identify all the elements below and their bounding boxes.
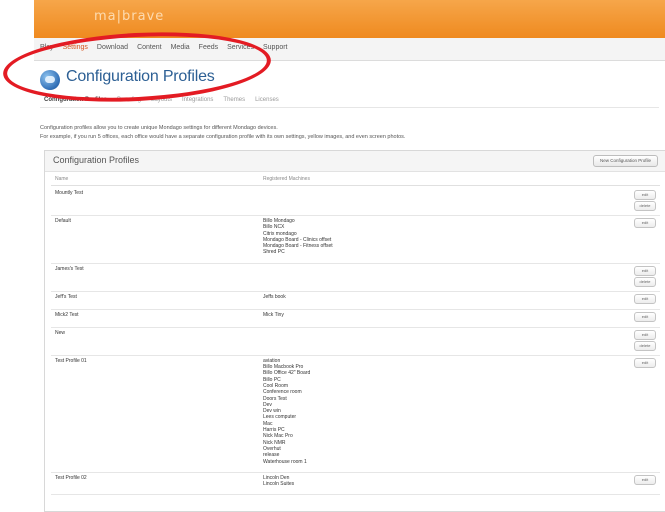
description-line-1: Configuration profiles allow you to crea… — [40, 125, 278, 131]
nav-item-media[interactable]: Media — [171, 44, 190, 51]
subtab-bar: Configuration Profiles Branding Layouts Int… — [44, 97, 279, 103]
subtab-divider — [40, 107, 659, 108]
page-title: Configuration Profiles — [66, 68, 215, 85]
edit-profile-button[interactable]: edit — [634, 265, 656, 276]
table-row: Test Profile 02 Lincoln Den Lincoln Suites… — [51, 472, 660, 496]
brand-logo[interactable]: ma|brave — [94, 9, 164, 24]
edit-profile-button[interactable]: edit — [634, 357, 656, 368]
subtab-layouts[interactable]: Layouts — [151, 97, 172, 103]
column-header-registered-machines: Registered Machines — [263, 176, 310, 182]
profile-name: Mountly Test — [55, 190, 83, 196]
machine-name: Billo Office 42" Board — [263, 370, 311, 377]
nav-item-play[interactable]: Play — [40, 44, 54, 51]
profile-name: Test Profile 01 — [55, 357, 87, 364]
page-header: Configuration Profiles Configuration Pro… — [34, 61, 665, 121]
main-nav: Play Settings Download Content Media Feeds Ser… — [34, 38, 665, 61]
configuration-globe-icon — [40, 70, 60, 90]
machine-name: Lincoln Suites — [263, 481, 295, 488]
header-divider — [51, 185, 660, 186]
top-header-bar: ma|brave — [34, 0, 665, 38]
description-line-2: For example, if you run 5 offices, each … — [40, 134, 406, 140]
table-row: Default Billo Mondago Billo NCX Citrix mond… — [51, 215, 660, 264]
delete-profile-button[interactable]: delete — [634, 340, 656, 351]
subtab-integrations[interactable]: Integrations — [182, 97, 213, 103]
edit-profile-button[interactable]: edit — [634, 218, 656, 228]
nav-item-settings[interactable]: Settings — [63, 44, 88, 51]
machine-name: Shred PC — [263, 249, 285, 256]
new-configuration-profile-button[interactable]: New Configuration Profile — [592, 155, 658, 167]
registered-machines-list: aviation Billo Macbook Pro Billo Office 42… — [263, 358, 310, 465]
edit-profile-button[interactable]: edit — [634, 293, 656, 304]
edit-profile-button[interactable]: edit — [634, 190, 656, 200]
nav-item-download[interactable]: Download — [97, 44, 128, 51]
nav-item-support[interactable]: Support — [263, 44, 288, 51]
table-row: Mick2 Test Mick Tiny edit — [51, 309, 660, 328]
machine-name: Mick Tiny — [263, 311, 284, 318]
profile-name: Mick2 Test — [55, 311, 79, 318]
profile-name: Jeff's Test — [55, 293, 77, 300]
profile-name: New — [55, 329, 66, 336]
table-row: Jeff's Test Jeffs book edit — [51, 291, 660, 310]
delete-profile-button[interactable]: delete — [634, 201, 656, 211]
subtab-licenses[interactable]: Licenses — [255, 97, 279, 103]
registered-machines-list: Mick Tiny — [263, 312, 284, 318]
table-row: Test Profile 01 aviation Billo Macbook Pro… — [51, 355, 660, 473]
delete-profile-button[interactable]: delete — [634, 276, 656, 287]
profiles-panel: Configuration Profiles New Configuration… — [44, 150, 665, 512]
profile-name: Test Profile 02 — [55, 474, 87, 481]
machine-name: Waterhouse room 1 — [263, 458, 307, 465]
nav-item-services[interactable]: Services — [227, 44, 254, 51]
machine-name: Jeffs book — [263, 293, 286, 300]
subtab-configuration-profiles[interactable]: Configuration Profiles — [44, 97, 107, 103]
registered-machines-list: Jeffs book — [263, 294, 286, 300]
subtab-branding[interactable]: Branding — [117, 97, 141, 103]
profile-name: Default — [55, 218, 71, 224]
panel-header: Configuration Profiles New Configuration… — [45, 151, 665, 172]
column-header-name: Name — [55, 176, 69, 182]
table-row: New edit delete — [51, 327, 660, 356]
nav-item-feeds[interactable]: Feeds — [199, 44, 218, 51]
panel-title: Configuration Profiles — [53, 155, 140, 165]
nav-items: Play Settings Download Content Media Feeds Ser… — [40, 44, 288, 51]
table-row: Mountly Test edit delete — [51, 187, 660, 216]
table-row: James's Test edit delete — [51, 263, 660, 292]
edit-profile-button[interactable]: edit — [634, 329, 656, 340]
edit-profile-button[interactable]: edit — [634, 311, 656, 322]
registered-machines-list: Lincoln Den Lincoln Suites — [263, 475, 294, 488]
profile-name: James's Test — [55, 265, 84, 272]
nav-item-content[interactable]: Content — [137, 44, 162, 51]
subtab-themes[interactable]: Themes — [223, 97, 245, 103]
registered-machines-list: Billo Mondago Billo NCX Citrix mondago Mond… — [263, 218, 333, 256]
edit-profile-button[interactable]: edit — [634, 474, 656, 485]
